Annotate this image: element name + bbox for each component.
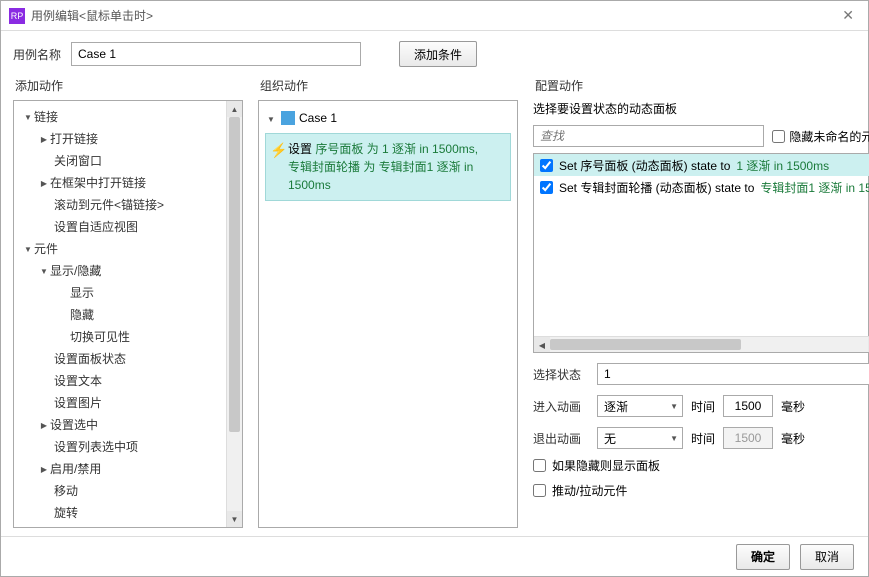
- tree-item-set-list-sel[interactable]: 设置列表选中项: [14, 435, 226, 457]
- add-action-title: 添加动作: [13, 77, 243, 94]
- window-title: 用例编辑<鼠标单击时>: [31, 7, 153, 24]
- dynamic-panel-list[interactable]: Set 序号面板 (动态面板) state to 1 逐渐 in 1500ms …: [533, 153, 869, 353]
- app-icon: RP: [9, 8, 25, 24]
- tree-item-set-text[interactable]: 设置文本: [14, 369, 226, 391]
- header-row: 用例名称 添加条件: [1, 31, 868, 77]
- lightning-icon: ⚡: [270, 140, 287, 161]
- chevron-down-icon: ▼: [670, 434, 678, 443]
- tree-item-close-window[interactable]: 关闭窗口: [14, 149, 226, 171]
- tree-item-set-selected[interactable]: 设置选中: [14, 413, 226, 435]
- tree-group-links[interactable]: 链接: [14, 105, 226, 127]
- panel-select-label: 选择要设置状态的动态面板: [533, 100, 869, 117]
- tree-item-show[interactable]: 显示: [14, 281, 226, 303]
- scrollbar-vertical[interactable]: ▲ ▼: [226, 101, 242, 527]
- org-case-label: Case 1: [299, 111, 337, 125]
- tree-item-toggle-vis[interactable]: 切换可见性: [14, 325, 226, 347]
- case-name-label: 用例名称: [13, 46, 61, 63]
- chevron-down-icon: ▼: [670, 402, 678, 411]
- config-title: 配置动作: [533, 77, 869, 94]
- list-item-checkbox[interactable]: [540, 181, 553, 194]
- scroll-thumb-h[interactable]: [550, 339, 741, 350]
- enter-anim-dropdown[interactable]: 逐渐 ▼: [597, 395, 683, 417]
- scroll-thumb[interactable]: [229, 117, 240, 432]
- tree-item-hide[interactable]: 隐藏: [14, 303, 226, 325]
- scroll-up-icon[interactable]: ▲: [227, 101, 242, 117]
- hide-unnamed-checkbox[interactable]: 隐藏未命名的元件: [772, 128, 869, 145]
- organize-title: 组织动作: [258, 77, 518, 94]
- exit-anim-label: 退出动画: [533, 430, 589, 447]
- time-label: 时间: [691, 430, 715, 447]
- org-case-row[interactable]: Case 1: [265, 107, 511, 129]
- list-item[interactable]: Set 序号面板 (动态面板) state to 1 逐渐 in 1500ms: [534, 154, 869, 176]
- tree-item-open-in-frame[interactable]: 在框架中打开链接: [14, 171, 226, 193]
- tree-item-move[interactable]: 移动: [14, 479, 226, 501]
- tree-item-scroll-anchor[interactable]: 滚动到元件<锚链接>: [14, 193, 226, 215]
- tree-item-enable-disable[interactable]: 启用/禁用: [14, 457, 226, 479]
- ms-label: 毫秒: [781, 398, 805, 415]
- ok-button[interactable]: 确定: [736, 544, 790, 570]
- case-name-input[interactable]: [71, 42, 361, 66]
- show-if-hidden-checkbox[interactable]: [533, 459, 546, 472]
- select-state-dropdown[interactable]: 1 ▼: [597, 363, 869, 385]
- tree-item-show-hide[interactable]: 显示/隐藏: [14, 259, 226, 281]
- push-pull-option[interactable]: 推动/拉动元件: [533, 482, 869, 499]
- titlebar: RP 用例编辑<鼠标单击时> ✕: [1, 1, 868, 31]
- tree-group-components[interactable]: 元件: [14, 237, 226, 259]
- time-label: 时间: [691, 398, 715, 415]
- tree-item-set-panel-state[interactable]: 设置面板状态: [14, 347, 226, 369]
- enter-anim-label: 进入动画: [533, 398, 589, 415]
- show-if-hidden-option[interactable]: 如果隐藏则显示面板: [533, 457, 869, 474]
- list-item-checkbox[interactable]: [540, 159, 553, 172]
- add-condition-button[interactable]: 添加条件: [399, 41, 477, 67]
- tree-item-adaptive[interactable]: 设置自适应视图: [14, 215, 226, 237]
- tree-item-open-link[interactable]: 打开链接: [14, 127, 226, 149]
- push-pull-checkbox[interactable]: [533, 484, 546, 497]
- tree-item-set-size[interactable]: 设置尺寸: [14, 523, 226, 527]
- case-icon: [281, 111, 295, 125]
- action-tree[interactable]: 链接 打开链接 关闭窗口 在框架中打开链接 滚动到元件<锚链接> 设置自适应视图…: [14, 101, 242, 527]
- dialog-footer: 确定 取消: [1, 536, 868, 576]
- org-action-item[interactable]: ⚡ 设置 序号面板 为 1 逐渐 in 1500ms, 专辑封面轮播 为 专辑封…: [265, 133, 511, 201]
- hide-unnamed-chk[interactable]: [772, 130, 785, 143]
- tree-item-rotate[interactable]: 旋转: [14, 501, 226, 523]
- exit-time-input: [723, 427, 773, 449]
- scrollbar-horizontal[interactable]: ◀ ▶: [534, 336, 869, 352]
- search-input[interactable]: [533, 125, 764, 147]
- close-icon[interactable]: ✕: [836, 7, 860, 24]
- scroll-down-icon[interactable]: ▼: [227, 511, 242, 527]
- exit-anim-dropdown[interactable]: 无 ▼: [597, 427, 683, 449]
- cancel-button[interactable]: 取消: [800, 544, 854, 570]
- scroll-left-icon[interactable]: ◀: [534, 337, 550, 353]
- enter-time-input[interactable]: [723, 395, 773, 417]
- ms-label: 毫秒: [781, 430, 805, 447]
- list-item[interactable]: Set 专辑封面轮播 (动态面板) state to 专辑封面1 逐渐 in 1…: [534, 176, 869, 198]
- tree-item-set-image[interactable]: 设置图片: [14, 391, 226, 413]
- select-state-label: 选择状态: [533, 366, 589, 383]
